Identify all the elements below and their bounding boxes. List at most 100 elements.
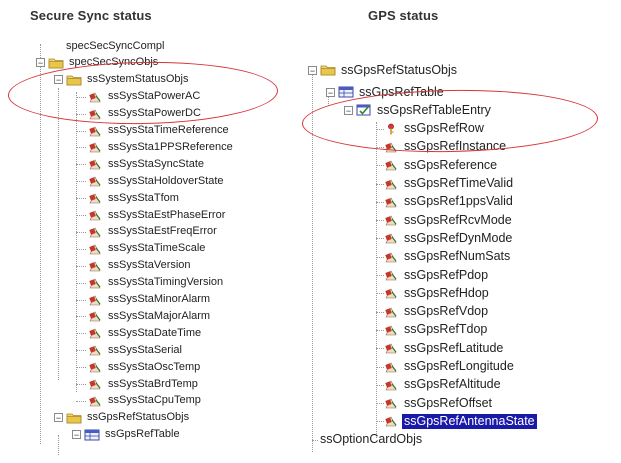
tree-node-label: ssSysStaTimeScale	[108, 242, 206, 255]
tree-node-label: ssGpsRefLongitude	[404, 359, 514, 373]
tree-node-label: ssGpsRefAltitude	[404, 377, 501, 392]
tree-node-ss-gps-ref-rcv-mode[interactable]: ssGpsRefRcvMode	[384, 212, 514, 228]
tree-node-label: ssOptionCardObjs	[320, 432, 423, 447]
collapse-toggle-icon[interactable]: −	[72, 430, 81, 440]
tree-node-ss-sys-sta-version[interactable]: ssSysStaVersion	[88, 258, 193, 274]
tree-node-label: ssGpsRefTable	[105, 428, 180, 441]
leaf-node-icon	[385, 270, 397, 281]
leaf-node-icon	[385, 306, 397, 317]
leaf-node-icon	[385, 197, 397, 208]
tree-node-ss-gps-ref-longitude[interactable]: ssGpsRefLongitude	[384, 359, 516, 375]
tree-guide-line	[76, 400, 86, 402]
leaf-node-icon	[89, 379, 101, 390]
leaf-node-icon	[89, 193, 101, 204]
tree-node-ss-gps-ref-pdop[interactable]: ssGpsRefPdop	[384, 267, 490, 283]
tree-node-ss-gps-ref-latitude[interactable]: ssGpsRefLatitude	[384, 340, 505, 356]
tree-node-ss-gps-reference[interactable]: ssGpsReference	[384, 157, 499, 173]
tree-node-label: ssSysStaTfom	[108, 191, 179, 204]
tree-guide-line	[376, 403, 384, 405]
tree-node-label: ssSysStaMinorAlarm	[108, 293, 211, 305]
folder-icon	[66, 413, 82, 424]
tree-guide-line	[76, 92, 77, 392]
tree-node-ss-sys-sta-time-reference[interactable]: ssSysStaTimeReference	[88, 123, 231, 139]
tree-node-ss-gps-ref-dyn-mode[interactable]: ssGpsRefDynMode	[384, 230, 514, 246]
collapse-toggle-icon[interactable]: −	[326, 87, 335, 97]
tree-guide-line	[76, 367, 86, 369]
collapse-toggle-icon[interactable]: −	[54, 413, 63, 423]
tree-node-label: ssGpsRefLatitude	[404, 340, 504, 355]
tree-node-label: ssSysStaSerial	[108, 343, 182, 356]
leaf-node-icon	[89, 294, 101, 305]
tree-node-ss-gps-ref-offset[interactable]: ssGpsRefOffset	[384, 395, 494, 411]
tree-node-ss-sys-sta-minor-alarm[interactable]: ssSysStaMinorAlarm	[88, 292, 212, 308]
collapse-toggle-icon[interactable]: −	[308, 65, 317, 75]
tree-node-label: ssSysStaVersion	[108, 259, 191, 272]
tree-node-ss-sys-sta-major-alarm[interactable]: ssSysStaMajorAlarm	[88, 308, 212, 324]
leaf-node-icon	[89, 345, 101, 356]
leaf-node-icon	[385, 252, 397, 262]
leaf-node-icon	[385, 233, 397, 244]
leaf-node-icon	[385, 398, 397, 409]
tree-guide-line	[76, 350, 86, 352]
leaf-node-icon	[385, 380, 397, 391]
tree-guide-line	[76, 333, 86, 335]
tree-guide-line	[76, 299, 86, 301]
tree-node-spec-sec-sync-compl[interactable]: specSecSyncCompl	[64, 38, 166, 54]
tree-node-label: ssSysStaTimeReference	[108, 124, 229, 136]
tree-node-label: ssGpsReference	[404, 157, 498, 172]
leaf-node-icon	[89, 176, 101, 187]
tree-guide-line	[376, 384, 384, 386]
tree-node-ss-sys-sta-sync-state[interactable]: ssSysStaSyncState	[88, 156, 206, 172]
tree-node-ss-gps-ref-table[interactable]: − ssGpsRefTable	[72, 427, 182, 443]
tree-node-label: ssSysStaEstFreqError	[108, 225, 217, 238]
tree-guide-line	[76, 384, 86, 385]
tree-node-ss-gps-ref-altitude[interactable]: ssGpsRefAltitude	[384, 377, 503, 393]
tree-guide-line	[76, 164, 86, 166]
tree-node-ss-gps-ref1pps-valid[interactable]: ssGpsRef1ppsValid	[384, 194, 515, 210]
tree-guide-line	[76, 181, 86, 183]
tree-node-ss-option-card-objs[interactable]: ssOptionCardObjs	[318, 432, 424, 448]
tree-node-ss-gps-ref-hdop[interactable]: ssGpsRefHdop	[384, 285, 491, 301]
tree-node-label: ssSysStaCpuTemp	[108, 394, 201, 407]
tree-node-ss-gps-ref-tdop[interactable]: ssGpsRefTdop	[384, 322, 489, 338]
tree-node-ss-gps-ref-status-objs[interactable]: − ssGpsRefStatusObjs	[308, 62, 459, 78]
leaf-node-icon	[89, 362, 101, 373]
leaf-node-icon	[89, 210, 101, 221]
tree-node-label: specSecSyncCompl	[66, 39, 165, 52]
table-icon	[84, 429, 100, 441]
tree-node-ss-sys-sta-cpu-temp[interactable]: ssSysStaCpuTemp	[88, 393, 203, 409]
tree-node-ss-sys-sta-time-scale[interactable]: ssSysStaTimeScale	[88, 241, 207, 257]
tree-node-label: ssSysStaDateTime	[108, 326, 202, 339]
tree-node-ss-sys-sta-holdover-state[interactable]: ssSysStaHoldoverState	[88, 173, 226, 189]
tree-node-ss-sys-sta-est-freq-error[interactable]: ssSysStaEstFreqError	[88, 224, 219, 240]
tree-guide-line	[376, 348, 384, 350]
tree-node-ss-gps-ref-antenna-state[interactable]: ssGpsRefAntennaState	[384, 413, 537, 429]
tree-node-ss-gps-ref-time-valid[interactable]: ssGpsRefTimeValid	[384, 176, 515, 192]
tree-guide-line	[376, 238, 384, 240]
tree-node-ss-gps-ref-vdop[interactable]: ssGpsRefVdop	[384, 304, 490, 320]
tree-node-ss-sys-sta-serial[interactable]: ssSysStaSerial	[88, 342, 184, 358]
tree-node-ss-sys-sta-date-time[interactable]: ssSysStaDateTime	[88, 325, 203, 341]
tree-guide-line	[376, 165, 384, 167]
leaf-node-icon	[89, 277, 101, 288]
tree-node-ss-gps-ref-num-sats[interactable]: ssGpsRefNumSats	[384, 249, 512, 265]
tree-guide-line	[76, 198, 86, 200]
tree-node-ss-sys-sta-tfom[interactable]: ssSysStaTfom	[88, 190, 181, 206]
tree-node-label: ssSysStaBrdTemp	[108, 377, 198, 390]
collapse-toggle-icon[interactable]: −	[36, 58, 45, 68]
tree-node-label: ssGpsRefHdop	[404, 285, 489, 300]
tree-node-label: ssGpsRefTdop	[404, 322, 488, 337]
tree-node-label: ssGpsRefPdop	[404, 267, 489, 282]
tree-node-ss-sys-sta-osc-temp[interactable]: ssSysStaOscTemp	[88, 359, 202, 375]
leaf-node-icon	[89, 328, 101, 339]
tree-node-ss-sys-sta-timing-version[interactable]: ssSysStaTimingVersion	[88, 275, 225, 291]
tree-node-label: ssGpsRefAntennaState	[402, 413, 537, 429]
tree-node-ss-gps-ref-status-objs[interactable]: − ssGpsRefStatusObjs	[54, 410, 191, 426]
tree-node-ss-sys-sta-brd-temp[interactable]: ssSysStaBrdTemp	[88, 376, 200, 392]
tree-node-ss-sys-sta1-ppsreference[interactable]: ssSysSta1PPSReference	[88, 139, 235, 155]
tree-guide-line	[76, 248, 86, 250]
tree-node-ss-sys-sta-est-phase-error[interactable]: ssSysStaEstPhaseError	[88, 207, 227, 223]
tree-guide-line	[376, 220, 384, 222]
tree-guide-line	[76, 316, 86, 318]
leaf-node-icon	[385, 215, 397, 226]
